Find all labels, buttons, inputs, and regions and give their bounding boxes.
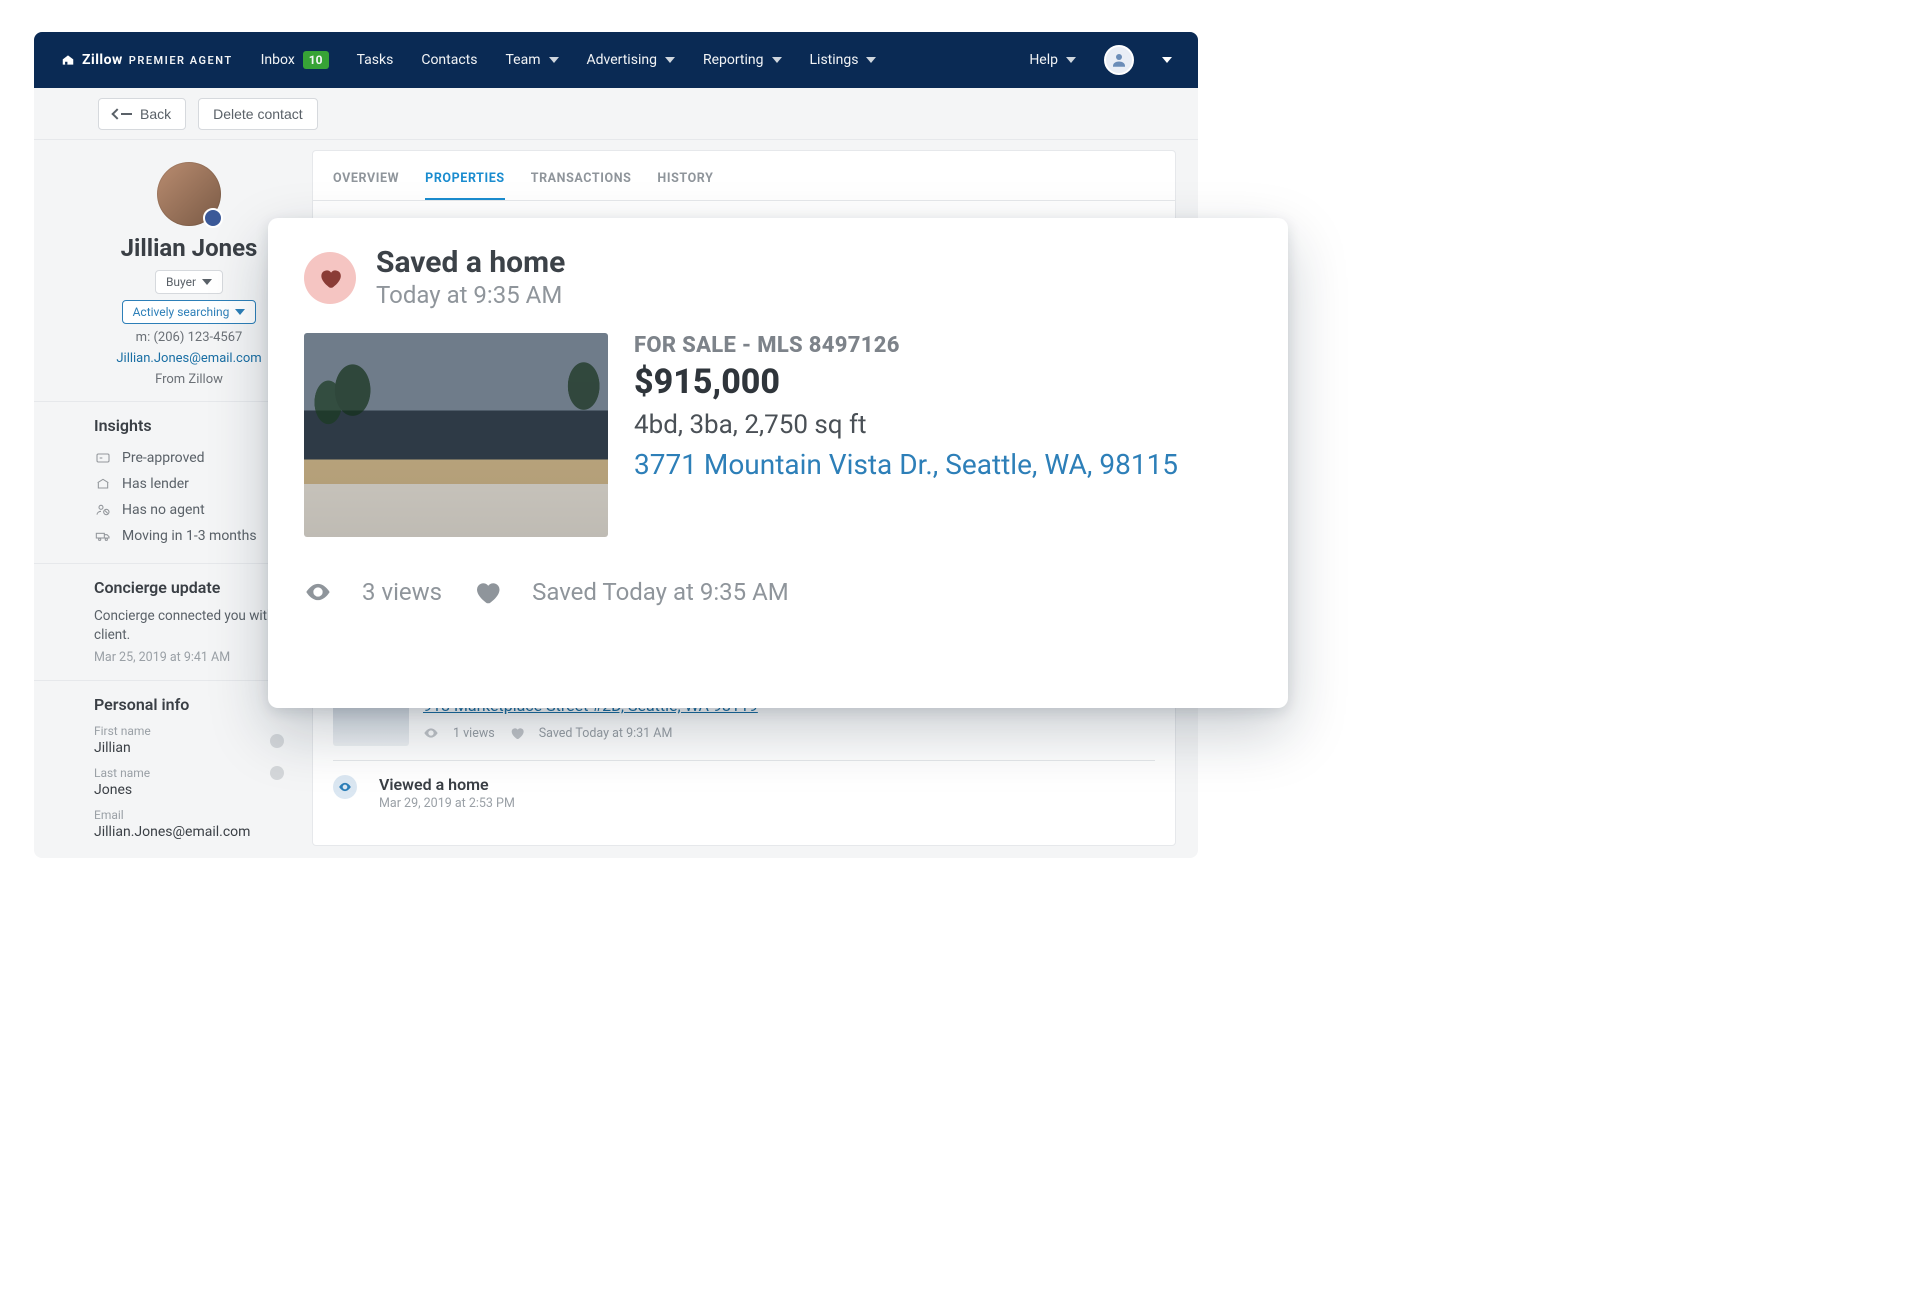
chevron-down-icon [202,279,212,285]
insights-title: Insights [94,416,284,435]
tab-history[interactable]: HISTORY [657,163,713,200]
brand-name: Zillow [82,52,123,68]
viewed-when: Mar 29, 2019 at 2:53 PM [379,796,515,811]
overlay-when: Today at 9:35 AM [376,281,565,309]
heart-icon [317,265,343,291]
overlay-footer: 3 views Saved Today at 9:35 AM [304,577,1252,607]
saved-home-card: Saved a home Today at 9:35 AM FOR SALE -… [268,218,1288,708]
activity-viewed-row: Viewed a home Mar 29, 2019 at 2:53 PM [333,761,1155,825]
concierge-body: Concierge connected you with client. Mar… [94,607,284,666]
heart-icon [472,577,502,607]
saved-text: Saved Today at 9:31 AM [539,726,673,741]
overlay-saved: Saved Today at 9:35 AM [532,578,789,606]
tab-transactions[interactable]: TRANSACTIONS [531,163,632,200]
brand-suffix: PREMIER AGENT [129,54,233,67]
nav-reporting[interactable]: Reporting [703,52,782,68]
listing-photo [304,333,608,537]
insight-no-agent: Has no agent [94,497,284,523]
specs: 4bd, 3ba, 2,750 sq ft [634,410,1252,440]
status-select[interactable]: Actively searching [122,300,257,324]
top-nav: Zillow PREMIER AGENT Inbox 10 Tasks Cont… [34,32,1198,88]
nav-listings[interactable]: Listings [810,52,877,68]
nav-inbox[interactable]: Inbox 10 [261,51,329,69]
eye-icon [423,725,439,741]
personal-email: Jillian.Jones@email.com [94,824,284,840]
viewed-chip [333,775,357,799]
contact-avatar [157,162,221,226]
back-button[interactable]: Back [98,98,186,130]
last-name: Jones [94,782,284,798]
nav-team[interactable]: Team [506,52,559,68]
person-icon [1110,51,1128,69]
views-text: 1 views [453,726,495,741]
chevron-down-icon [772,57,782,63]
truck-icon [94,528,112,544]
insight-moving: Moving in 1-3 months [94,523,284,549]
zillow-logo-icon [60,53,76,67]
nav-tasks[interactable]: Tasks [357,52,394,68]
heart-icon [509,725,525,741]
delete-contact-button[interactable]: Delete contact [198,98,318,130]
contact-phone: m: (206) 123-4567 [94,330,284,345]
chevron-down-icon [549,57,559,63]
nav-inbox-label: Inbox [261,52,295,68]
chevron-down-icon [235,309,245,315]
preapproved-icon [94,450,112,466]
eye-icon [338,780,352,794]
no-agent-icon [94,502,112,518]
chevron-down-icon [1066,57,1076,63]
heart-chip [304,252,356,304]
overlay-title: Saved a home [376,246,565,279]
chevron-down-icon[interactable] [1162,57,1172,63]
inbox-badge: 10 [303,51,329,69]
chevron-down-icon [665,57,675,63]
address-link[interactable]: 3771 Mountain Vista Dr., Seattle, WA, 98… [634,448,1252,481]
lender-icon [94,476,112,492]
viewed-title: Viewed a home [379,775,515,794]
concierge-date: Mar 25, 2019 at 9:41 AM [94,649,284,667]
nav-contacts[interactable]: Contacts [421,52,477,68]
contact-name: Jillian Jones [94,234,284,262]
brand: Zillow PREMIER AGENT [60,52,233,68]
price: $915,000 [634,362,1252,402]
contact-source: From Zillow [94,372,284,387]
contact-sidebar: Jillian Jones Buyer Actively searching m… [34,140,302,858]
nav-help[interactable]: Help [1029,52,1076,68]
back-arrow-icon [111,108,122,119]
nav-advertising[interactable]: Advertising [587,52,675,68]
concierge-title: Concierge update [94,578,284,597]
tab-properties[interactable]: PROPERTIES [425,163,505,200]
tab-overview[interactable]: OVERVIEW [333,163,399,200]
mls-line: FOR SALE - MLS 8497126 [634,333,1252,358]
insight-preapproved: Pre-approved [94,445,284,471]
personal-info: Personal info First name Jillian Last na… [94,695,284,840]
eye-icon [304,578,332,606]
insight-lender: Has lender [94,471,284,497]
overlay-views: 3 views [362,578,442,606]
contact-email-link[interactable]: Jillian.Jones@email.com [116,351,261,366]
tab-bar: OVERVIEW PROPERTIES TRANSACTIONS HISTORY [313,151,1175,201]
profile-avatar[interactable] [1104,45,1134,75]
contact-toolbar: Back Delete contact [34,88,1198,140]
role-select[interactable]: Buyer [155,270,223,294]
chevron-down-icon [866,57,876,63]
first-name: Jillian [94,740,284,756]
insights-list: Pre-approved Has lender Has no agent Mov… [94,445,284,549]
